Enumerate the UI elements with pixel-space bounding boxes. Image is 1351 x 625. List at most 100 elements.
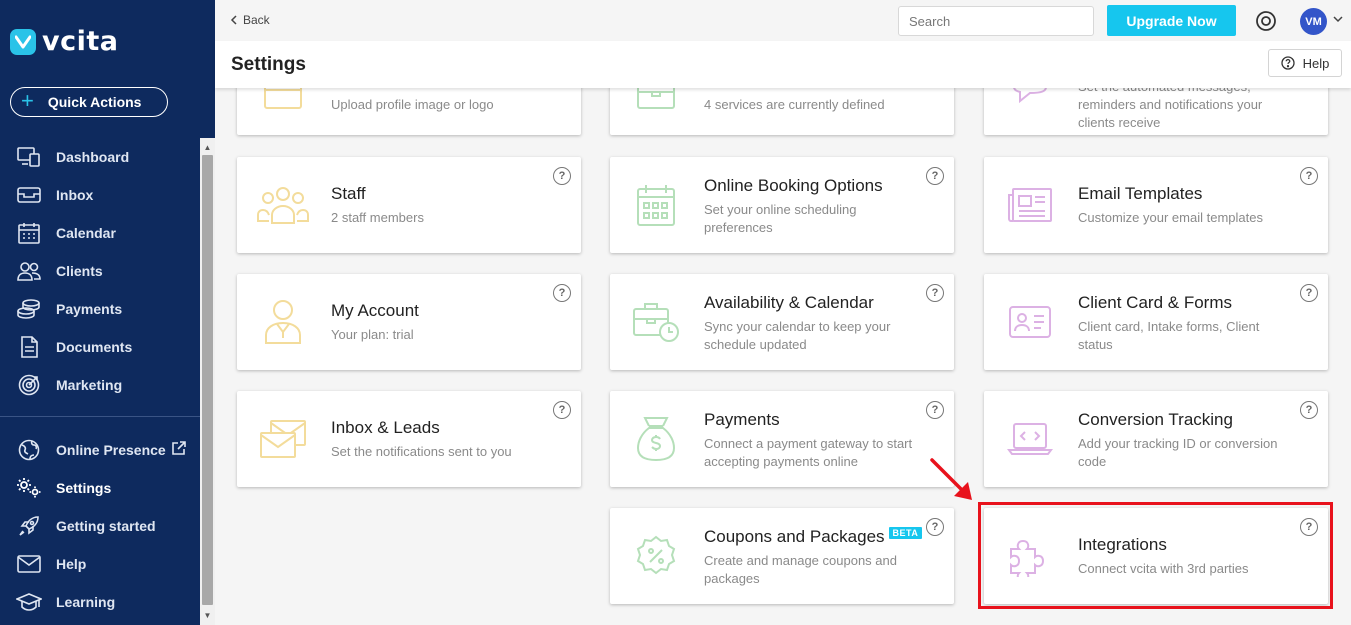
settings-card-business-info[interactable]: Upload profile image or logo <box>237 88 581 135</box>
card-title: Client Card & Forms <box>1078 293 1232 312</box>
sidebar-item-marketing[interactable]: Marketing <box>0 366 200 404</box>
card-description: Upload profile image or logo <box>331 97 494 112</box>
settings-card-inbox-leads[interactable]: Inbox & Leads Set the notifications sent… <box>237 391 581 487</box>
red-arrow-annotation-icon <box>930 458 972 500</box>
card-title: Payments <box>704 410 780 429</box>
card-description: Create and manage coupons and packages <box>704 553 897 586</box>
staff-icon <box>257 179 309 231</box>
sidebar-item-label: Getting started <box>56 518 156 534</box>
sidebar-item-documents[interactable]: Documents <box>0 328 200 366</box>
mail-icon <box>16 553 42 575</box>
id-card-icon <box>1004 296 1056 348</box>
sidebar-item-inbox[interactable]: Inbox <box>0 176 200 214</box>
sidebar-item-help[interactable]: Help <box>0 545 200 583</box>
sidebar-item-payments[interactable]: Payments <box>0 290 200 328</box>
sidebar-item-getting-started[interactable]: Getting started <box>0 507 200 545</box>
sidebar-item-label: Payments <box>56 301 123 317</box>
help-question-icon[interactable]: ? <box>553 284 571 302</box>
quick-actions-label: Quick Actions <box>47 94 142 110</box>
help-question-icon[interactable]: ? <box>553 401 571 419</box>
help-question-icon[interactable]: ? <box>926 401 944 419</box>
sidebar-item-label: Settings <box>56 480 112 496</box>
sidebar-item-calendar[interactable]: Calendar <box>0 214 200 252</box>
sidebar-item-label: Documents <box>56 339 133 355</box>
graduation-cap-icon <box>16 591 42 613</box>
scroll-thumb[interactable] <box>202 155 213 605</box>
settings-card-integrations[interactable]: Integrations Connect vcita with 3rd part… <box>984 508 1328 604</box>
help-question-icon[interactable]: ? <box>926 167 944 185</box>
search-box[interactable] <box>898 6 1094 36</box>
briefcase-clock-icon <box>630 296 682 348</box>
sidebar-item-learning[interactable]: Learning <box>0 583 200 621</box>
settings-card-coupons-packages[interactable]: Coupons and Packages BETA Create and mana… <box>610 508 954 604</box>
page-header: Settings Help <box>215 41 1351 88</box>
help-button[interactable]: Help <box>1268 49 1342 77</box>
settings-card-availability[interactable]: Availability & Calendar Sync your calend… <box>610 274 954 370</box>
card-title: Staff <box>331 184 366 203</box>
quick-actions-button[interactable]: + Quick Actions <box>10 87 168 117</box>
help-question-icon[interactable]: ? <box>926 518 944 536</box>
settings-card-notifications[interactable]: Set the automated messages, reminders an… <box>984 88 1328 135</box>
page-title: Settings <box>231 54 306 75</box>
vcita-logo[interactable]: vcita <box>10 26 119 57</box>
search-input[interactable] <box>909 13 1085 29</box>
globe-icon <box>16 439 42 461</box>
settings-card-my-account[interactable]: My Account Your plan: trial ? <box>237 274 581 370</box>
rocket-icon <box>16 515 42 537</box>
card-title: Coupons and Packages BETA <box>704 527 923 547</box>
help-question-icon[interactable]: ? <box>1300 401 1318 419</box>
help-question-icon[interactable]: ? <box>1300 518 1318 536</box>
settings-card-online-booking[interactable]: Online Booking Options Set your online s… <box>610 157 954 253</box>
sidebar-item-dashboard[interactable]: Dashboard <box>0 138 200 176</box>
card-description: 4 services are currently defined <box>704 97 885 112</box>
scroll-down-arrow-icon[interactable]: ▼ <box>200 608 215 623</box>
card-description: Add your tracking ID or conversion code <box>1078 436 1278 469</box>
user-account-icon <box>257 296 309 348</box>
help-question-icon[interactable]: ? <box>1300 167 1318 185</box>
avatar[interactable]: VM <box>1300 8 1327 35</box>
chevron-down-icon[interactable] <box>1333 16 1343 23</box>
card-description: Sync your calendar to keep your schedule… <box>704 319 891 352</box>
settings-card-client-card[interactable]: Client Card & Forms Client card, Intake … <box>984 274 1328 370</box>
question-circle-icon <box>1280 56 1295 70</box>
card-title: Availability & Calendar <box>704 293 874 312</box>
sidebar-scrollbar[interactable]: ▲ ▼ <box>200 138 215 625</box>
sidebar-item-clients[interactable]: Clients <box>0 252 200 290</box>
settings-card-conversion-tracking[interactable]: Conversion Tracking Add your tracking ID… <box>984 391 1328 487</box>
chevron-left-icon <box>230 15 237 25</box>
help-question-icon[interactable]: ? <box>1300 284 1318 302</box>
sidebar-item-label: Help <box>56 556 87 572</box>
sidebar-item-settings[interactable]: Settings <box>0 469 200 507</box>
settings-card-email-templates[interactable]: Email Templates Customize your email tem… <box>984 157 1328 253</box>
sidebar-item-label: Marketing <box>56 377 123 393</box>
help-question-icon[interactable]: ? <box>553 167 571 185</box>
settings-card-services[interactable]: 4 services are currently defined <box>610 88 954 135</box>
back-button[interactable]: Back <box>230 13 270 27</box>
scroll-up-arrow-icon[interactable]: ▲ <box>200 140 215 155</box>
card-title: Email Templates <box>1078 184 1203 203</box>
card-description: Set the automated messages, reminders an… <box>1078 88 1263 130</box>
settings-card-staff[interactable]: Staff 2 staff members ? <box>237 157 581 253</box>
briefcase-icon <box>630 88 682 118</box>
sidebar-divider <box>0 416 200 417</box>
beta-badge: BETA <box>888 527 923 539</box>
documents-icon <box>16 336 42 358</box>
card-title: My Account <box>331 301 419 320</box>
sidebar-item-online-presence[interactable]: Online Presence <box>0 431 200 469</box>
card-description: 2 staff members <box>331 210 424 225</box>
card-description: Set the notifications sent to you <box>331 444 512 459</box>
card-description: Client card, Intake forms, Client status <box>1078 319 1260 352</box>
top-bar: Back Upgrade Now VM <box>215 0 1351 41</box>
sidebar-item-label: Dashboard <box>56 149 130 165</box>
sidebar-item-label: Learning <box>56 594 116 610</box>
storefront-icon <box>257 88 309 118</box>
logo-text: vcita <box>42 26 119 57</box>
help-question-icon[interactable]: ? <box>926 284 944 302</box>
support-icon[interactable] <box>1255 10 1277 32</box>
upgrade-now-button[interactable]: Upgrade Now <box>1107 5 1236 36</box>
money-bag-icon <box>630 413 682 465</box>
puzzle-piece-icon <box>1004 530 1056 582</box>
sidebar-item-label: Clients <box>56 263 103 279</box>
chat-bubble-icon <box>1004 88 1056 113</box>
settings-card-payments[interactable]: Payments Connect a payment gateway to st… <box>610 391 954 487</box>
